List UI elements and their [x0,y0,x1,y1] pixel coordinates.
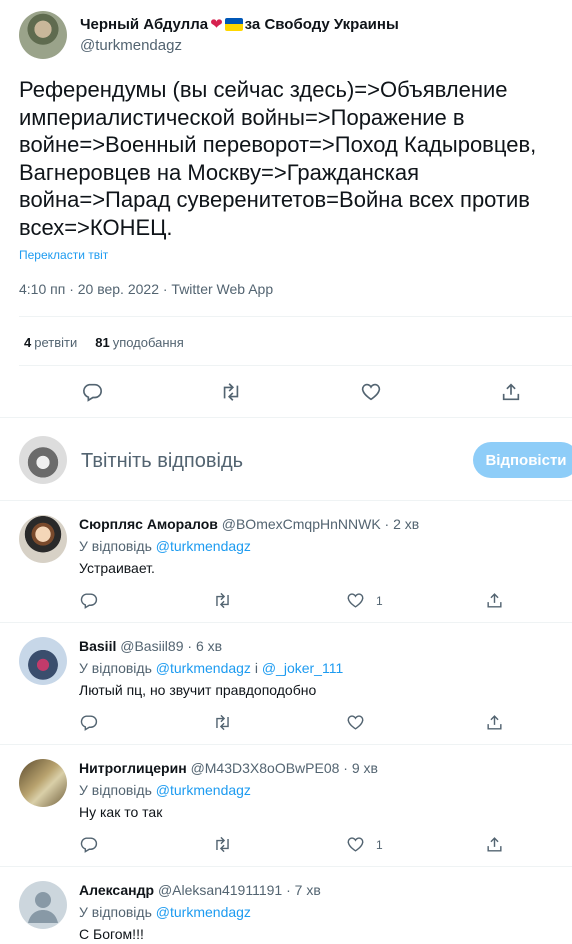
reply-text: Лютый пц, но звучит правдоподобно [79,682,317,698]
like-icon[interactable] [346,591,365,610]
replying-to-and: і [254,660,258,676]
share-icon[interactable] [500,381,522,403]
replying-to: У відповідь @turkmendagz і @_joker_111 [79,660,343,676]
replying-to-handle-2[interactable]: @_joker_111 [262,660,343,676]
reply-avatar[interactable] [19,515,67,563]
reply-like-count: 1 [376,594,383,608]
author-handle[interactable]: @turkmendagz [80,37,182,54]
reply-item[interactable]: Сюрпляс Аморалов @BOmexCmqpHnNNWK · 2 хв… [0,500,572,622]
reply-icon[interactable] [81,381,103,403]
reply-header: Basiil @Basiil89 · 6 хв [79,638,222,654]
like-icon[interactable] [360,381,382,403]
reply-header: Сюрпляс Аморалов @BOmexCmqpHnNNWK · 2 хв [79,516,419,532]
retweets-stat[interactable]: 4 ретвіти [24,335,77,350]
reply-time[interactable]: · 6 хв [187,638,222,654]
reply-text: Устраивает. [79,560,155,576]
divider [0,417,572,418]
tweet-text: Референдумы (вы сейчас здесь)=>Объявлени… [19,77,537,240]
replying-to-handle[interactable]: @turkmendagz [156,904,251,920]
reply-author-handle[interactable]: @Aleksan41911191 [158,882,282,898]
retweets-count: 4 [24,335,32,350]
reply-actions: 1 [0,835,572,857]
likes-label: уподобання [112,335,184,350]
replying-to-label: У відповідь [79,904,152,920]
reply-time[interactable]: · 9 хв [343,760,378,776]
share-icon[interactable] [485,835,504,854]
reply-input[interactable]: Твітніть відповідь [81,450,243,473]
translate-tweet-link[interactable]: Перекласти твіт [19,248,108,262]
reply-text: Ну как то так [79,804,163,820]
ukraine-flag-icon [224,17,243,31]
likes-stat[interactable]: 81 уподобання [95,335,184,350]
reply-author-name[interactable]: Сюрпляс Аморалов [79,516,218,532]
likes-count: 81 [95,335,110,350]
replying-to-handle[interactable]: @turkmendagz [156,538,251,554]
heart-emoji-icon: ❤ [210,16,223,33]
replying-to-label: У відповідь [79,538,152,554]
retweet-icon[interactable] [220,381,242,403]
reply-icon[interactable] [79,591,98,610]
reply-author-name[interactable]: Basiil [79,638,116,654]
share-icon[interactable] [485,713,504,732]
reply-header: Нитроглицерин @M43D3X8oOBwPE08 · 9 хв [79,760,378,776]
replying-to-label: У відповідь [79,660,152,676]
reply-avatar[interactable] [19,637,67,685]
reply-icon[interactable] [79,835,98,854]
replying-to: У відповідь @turkmendagz [79,782,251,798]
divider [19,365,572,366]
reply-avatar[interactable] [19,759,67,807]
reply-actions [0,713,572,735]
reply-time[interactable]: · 7 хв [286,882,321,898]
replying-to-handle[interactable]: @turkmendagz [156,660,251,676]
reply-item[interactable]: Александр @Aleksan41911191 · 7 хв У відп… [0,866,572,944]
reply-submit-button[interactable]: Відповісти [473,442,572,478]
reply-time[interactable]: · 2 хв [385,516,420,532]
reply-text: С Богом!!! [79,926,144,942]
like-icon[interactable] [346,835,365,854]
reply-item[interactable]: Нитроглицерин @M43D3X8oOBwPE08 · 9 хв У … [0,744,572,866]
replying-to: У відповідь @turkmendagz [79,538,251,554]
author-name: Черный Абдулла [80,15,209,33]
default-avatar-icon[interactable] [19,881,67,929]
replying-to: У відповідь @turkmendagz [79,904,251,920]
tweet-stats: 4 ретвіти 81 уподобання [24,335,184,350]
reply-item[interactable]: Basiil @Basiil89 · 6 хв У відповідь @tur… [0,622,572,744]
tweet-timestamp[interactable]: 4:10 пп · 20 вер. 2022 · Twitter Web App [19,281,273,297]
divider [19,316,572,317]
retweet-icon[interactable] [213,591,232,610]
author-name-suffix: за Свободу Украины [244,15,399,33]
reply-author-handle[interactable]: @BOmexCmqpHnNNWK [222,516,381,532]
reply-actions: 1 [0,591,572,613]
retweet-icon[interactable] [213,835,232,854]
reply-author-handle[interactable]: @Basiil89 [120,638,183,654]
author-avatar[interactable] [19,11,67,59]
reply-like-count: 1 [376,838,383,852]
author-display-name[interactable]: Черный Абдулла ❤ за Свободу Украины [80,15,399,34]
reply-author-name[interactable]: Александр [79,882,154,898]
share-icon[interactable] [485,591,504,610]
retweet-icon[interactable] [213,713,232,732]
current-user-avatar[interactable] [19,436,67,484]
retweets-label: ретвіти [34,335,78,350]
replying-to-label: У відповідь [79,782,152,798]
replying-to-handle[interactable]: @turkmendagz [156,782,251,798]
reply-header: Александр @Aleksan41911191 · 7 хв [79,882,321,898]
reply-author-name[interactable]: Нитроглицерин [79,760,187,776]
reply-author-handle[interactable]: @M43D3X8oOBwPE08 [191,760,340,776]
reply-icon[interactable] [79,713,98,732]
like-icon[interactable] [346,713,365,732]
